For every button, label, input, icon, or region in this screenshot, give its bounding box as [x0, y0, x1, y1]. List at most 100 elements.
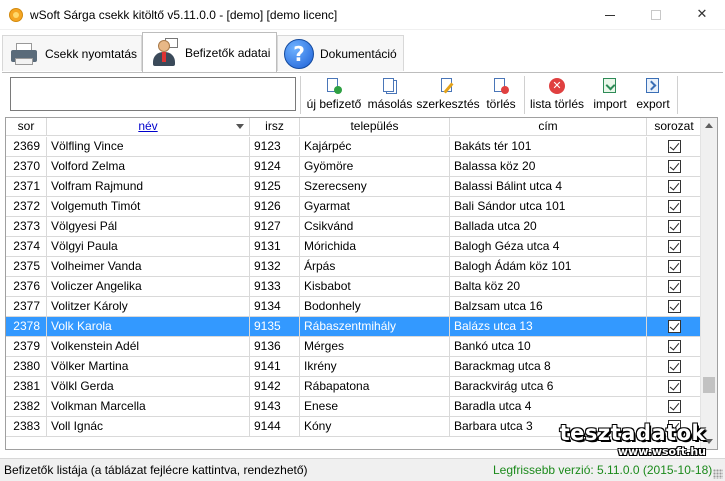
header-sorozat[interactable]: sorozat: [647, 118, 702, 136]
sorozat-checkbox[interactable]: [667, 400, 681, 413]
sorozat-checkbox[interactable]: [667, 280, 681, 293]
cell-cim: Balassi Bálint utca 4: [450, 177, 647, 196]
resize-grip-icon[interactable]: [713, 469, 723, 479]
tab-label: Dokumentáció: [320, 46, 397, 61]
sorozat-checkbox[interactable]: [667, 220, 681, 233]
table-row[interactable]: 2370 Volford Zelma 9124 Gyömöre Balassa köz …: [6, 157, 702, 177]
sorozat-checkbox[interactable]: [667, 360, 681, 373]
cell-telepules: Enese: [300, 397, 450, 416]
cell-sor: 2372: [6, 197, 47, 216]
header-telepules[interactable]: település: [300, 118, 450, 136]
close-button[interactable]: ✕: [679, 0, 725, 30]
cell-sorozat: [647, 237, 702, 256]
cell-telepules: Bodonhely: [300, 297, 450, 316]
sorozat-checkbox[interactable]: [667, 140, 681, 153]
cell-nev: Völgyesi Pál: [47, 217, 250, 236]
cell-irsz: 9141: [250, 357, 300, 376]
sorozat-checkbox[interactable]: [667, 240, 681, 253]
maximize-button[interactable]: [633, 0, 679, 30]
table-row[interactable]: 2382 Volkman Marcella 9143 Enese Baradla utc…: [6, 397, 702, 417]
edit-button[interactable]: szerkesztés: [416, 75, 480, 115]
copy-icon: [382, 78, 398, 94]
clear-list-button[interactable]: ✕ lista törlés: [528, 75, 586, 115]
scroll-down-icon[interactable]: [705, 439, 713, 444]
sorozat-checkbox[interactable]: [667, 180, 681, 193]
cell-nev: Volford Zelma: [47, 157, 250, 176]
minimize-button[interactable]: [587, 0, 633, 30]
header-irsz[interactable]: irsz: [250, 118, 300, 136]
toolbar: új befizető másolás szerkesztés törlés ✕…: [0, 73, 725, 117]
table-row[interactable]: 2383 Voll Ignác 9144 Kóny Barbara utca 3: [6, 417, 702, 437]
delete-button[interactable]: törlés: [482, 75, 520, 115]
table-row[interactable]: 2380 Völker Martina 9141 Ikrény Barackmag ut…: [6, 357, 702, 377]
cell-cim: Balogh Ádám köz 101: [450, 257, 647, 276]
cell-cim: Barackmag utca 8: [450, 357, 647, 376]
tab-befizetok-adatai[interactable]: Befizetők adatai: [142, 32, 277, 72]
cell-nev: Völkl Gerda: [47, 377, 250, 396]
header-sor[interactable]: sor: [6, 118, 47, 136]
cell-sor: 2378: [6, 317, 47, 336]
table-row[interactable]: 2374 Völgyi Paula 9131 Mórichida Balogh Géza…: [6, 237, 702, 257]
cell-sorozat: [647, 137, 702, 156]
sorozat-checkbox[interactable]: [667, 420, 681, 433]
cell-telepules: Árpás: [300, 257, 450, 276]
scroll-up-icon[interactable]: [705, 123, 713, 128]
table-row[interactable]: 2371 Volfram Rajmund 9125 Szerecseny Balassi…: [6, 177, 702, 197]
sorozat-checkbox[interactable]: [667, 340, 681, 353]
table-row[interactable]: 2369 Völfling Vince 9123 Kajárpéc Bakáts tér…: [6, 137, 702, 157]
table-row[interactable]: 2372 Volgemuth Timót 9126 Gyarmat Bali Sándo…: [6, 197, 702, 217]
cell-telepules: Kajárpéc: [300, 137, 450, 156]
tab-dokumentacio[interactable]: ? Dokumentáció: [277, 35, 404, 71]
cell-nev: Voll Ignác: [47, 417, 250, 436]
copy-button[interactable]: másolás: [366, 75, 414, 115]
cell-cim: Bankó utca 10: [450, 337, 647, 356]
new-payer-button[interactable]: új befizető: [305, 75, 363, 115]
cell-irsz: 9133: [250, 277, 300, 296]
cell-sorozat: [647, 417, 702, 436]
cell-irsz: 9135: [250, 317, 300, 336]
cell-cim: Balassa köz 20: [450, 157, 647, 176]
cell-telepules: Rábapatona: [300, 377, 450, 396]
table-row[interactable]: 2375 Volheimer Vanda 9132 Árpás Balogh Ádám …: [6, 257, 702, 277]
table-row[interactable]: 2377 Volitzer Károly 9134 Bodonhely Balzsam …: [6, 297, 702, 317]
cell-nev: Volk Karola: [47, 317, 250, 336]
sorozat-checkbox[interactable]: [667, 160, 681, 173]
printer-icon: [9, 42, 39, 66]
cell-telepules: Gyömöre: [300, 157, 450, 176]
header-cim[interactable]: cím: [450, 118, 647, 136]
cell-sor: 2375: [6, 257, 47, 276]
sorozat-checkbox[interactable]: [667, 320, 681, 333]
cell-sorozat: [647, 197, 702, 216]
scrollbar-thumb[interactable]: [703, 377, 715, 394]
table-row[interactable]: 2381 Völkl Gerda 9142 Rábapatona Barackvirág…: [6, 377, 702, 397]
cell-sorozat: [647, 357, 702, 376]
window-title: wSoft Sárga csekk kitöltő v5.11.0.0 - [d…: [30, 8, 338, 22]
cell-irsz: 9123: [250, 137, 300, 156]
table-row[interactable]: 2379 Volkenstein Adél 9136 Mérges Bankó utca…: [6, 337, 702, 357]
cell-irsz: 9127: [250, 217, 300, 236]
cell-telepules: Szerecseny: [300, 177, 450, 196]
payers-table[interactable]: sor név irsz település cím sorozat 2369 V…: [5, 117, 718, 450]
latest-version-link[interactable]: Legfrissebb verzió: 5.11.0.0 (2015-10-18…: [493, 463, 712, 477]
sorozat-checkbox[interactable]: [667, 300, 681, 313]
add-document-icon: [326, 78, 342, 94]
cell-nev: Volkman Marcella: [47, 397, 250, 416]
header-nev[interactable]: név: [47, 118, 250, 136]
export-button[interactable]: export: [633, 75, 673, 115]
new-payer-label: új befizető: [306, 97, 362, 111]
cell-sorozat: [647, 377, 702, 396]
table-row[interactable]: 2376 Voliczer Angelika 9133 Kisbabot Balta k…: [6, 277, 702, 297]
tab-csekk-nyomtatas[interactable]: Csekk nyomtatás: [2, 35, 142, 71]
header-nev-label: név: [138, 119, 158, 133]
import-button[interactable]: import: [589, 75, 631, 115]
sorozat-checkbox[interactable]: [667, 260, 681, 273]
table-row[interactable]: 2373 Völgyesi Pál 9127 Csikvánd Ballada utca…: [6, 217, 702, 237]
sorozat-checkbox[interactable]: [667, 200, 681, 213]
vertical-scrollbar[interactable]: [700, 118, 717, 449]
cell-nev: Völgyi Paula: [47, 237, 250, 256]
cell-irsz: 9144: [250, 417, 300, 436]
sorozat-checkbox[interactable]: [667, 380, 681, 393]
search-input[interactable]: [10, 77, 296, 111]
cell-telepules: Ikrény: [300, 357, 450, 376]
table-row-selected[interactable]: 2378 Volk Karola 9135 Rábaszentmihály Balázs…: [6, 317, 702, 337]
